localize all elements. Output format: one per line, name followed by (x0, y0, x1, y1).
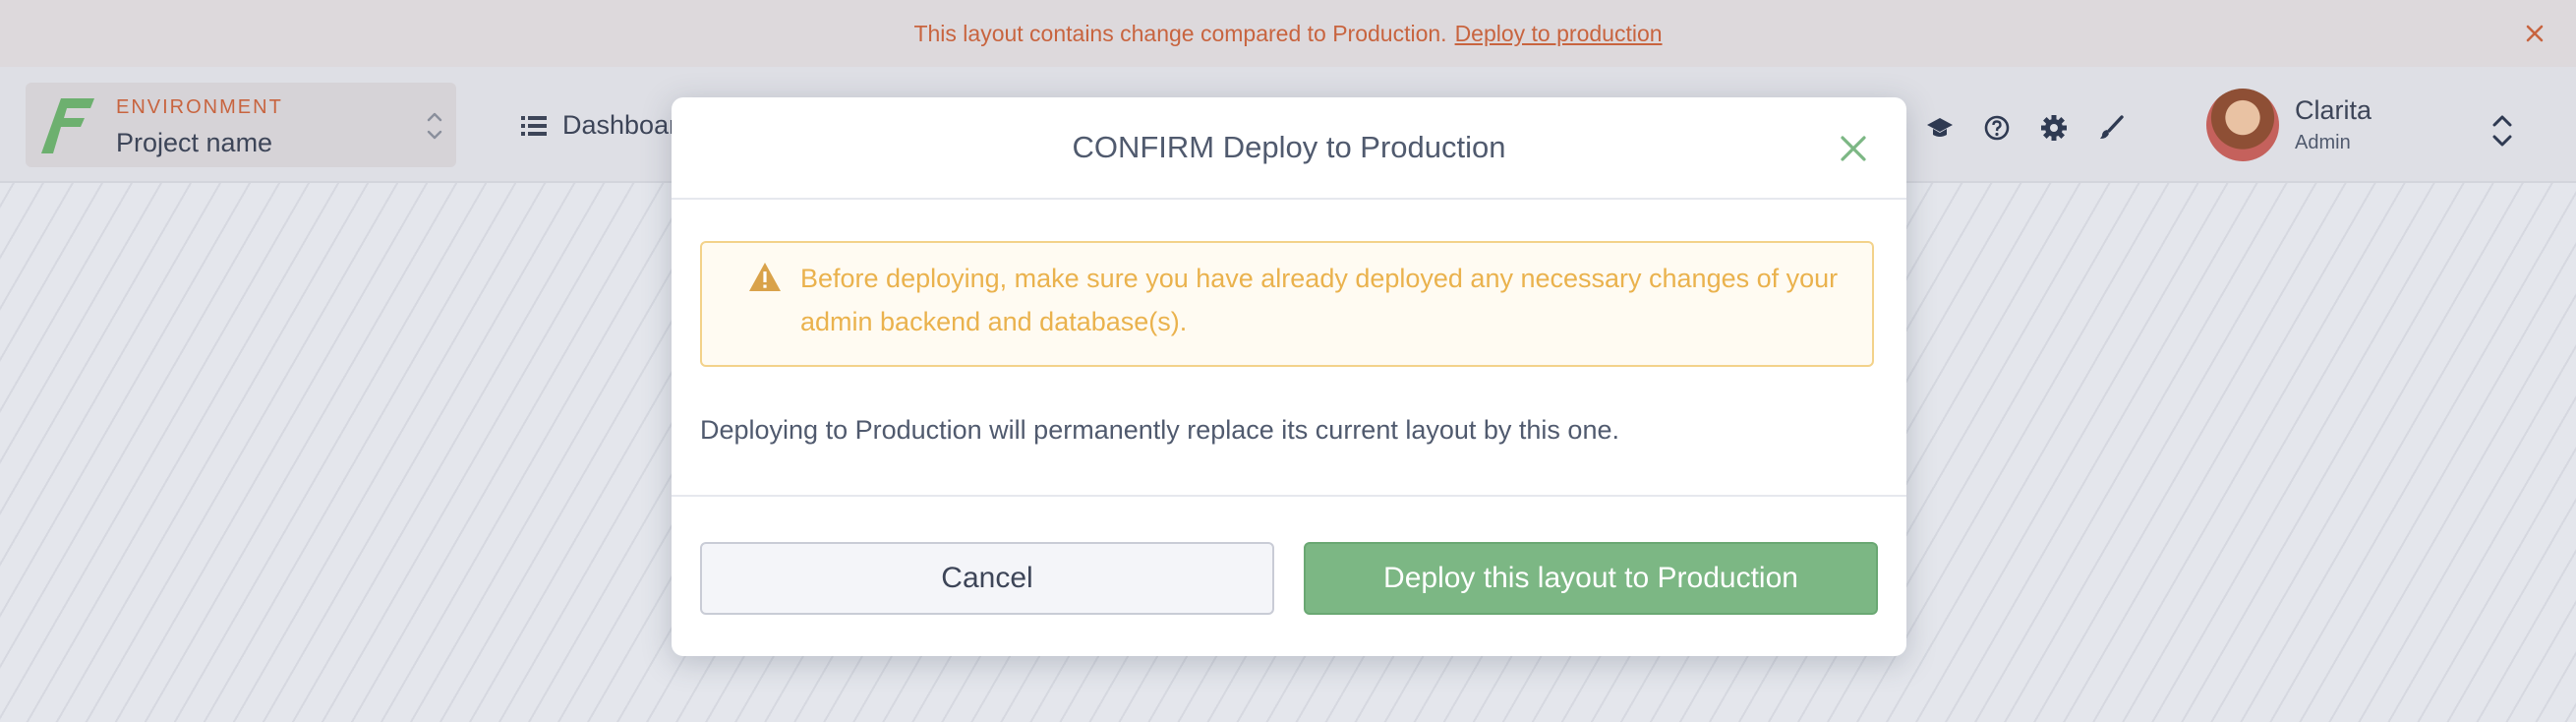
warning-alert: Before deploying, make sure you have alr… (700, 241, 1874, 367)
deploy-confirm-button[interactable]: Deploy this layout to Production (1304, 542, 1878, 615)
warning-text: Before deploying, make sure you have alr… (800, 264, 1839, 336)
dialog-header: CONFIRM Deploy to Production (672, 97, 1906, 200)
cancel-button[interactable]: Cancel (700, 542, 1274, 615)
confirm-deploy-dialog: CONFIRM Deploy to Production Before depl… (672, 97, 1906, 656)
footer-divider (672, 495, 1906, 497)
close-icon[interactable] (1834, 129, 1873, 168)
dialog-title: CONFIRM Deploy to Production (1072, 130, 1506, 164)
dialog-message: Deploying to Production will permanently… (700, 415, 1619, 445)
modal-overlay: CONFIRM Deploy to Production Before depl… (0, 0, 2576, 722)
warning-icon (749, 263, 781, 291)
